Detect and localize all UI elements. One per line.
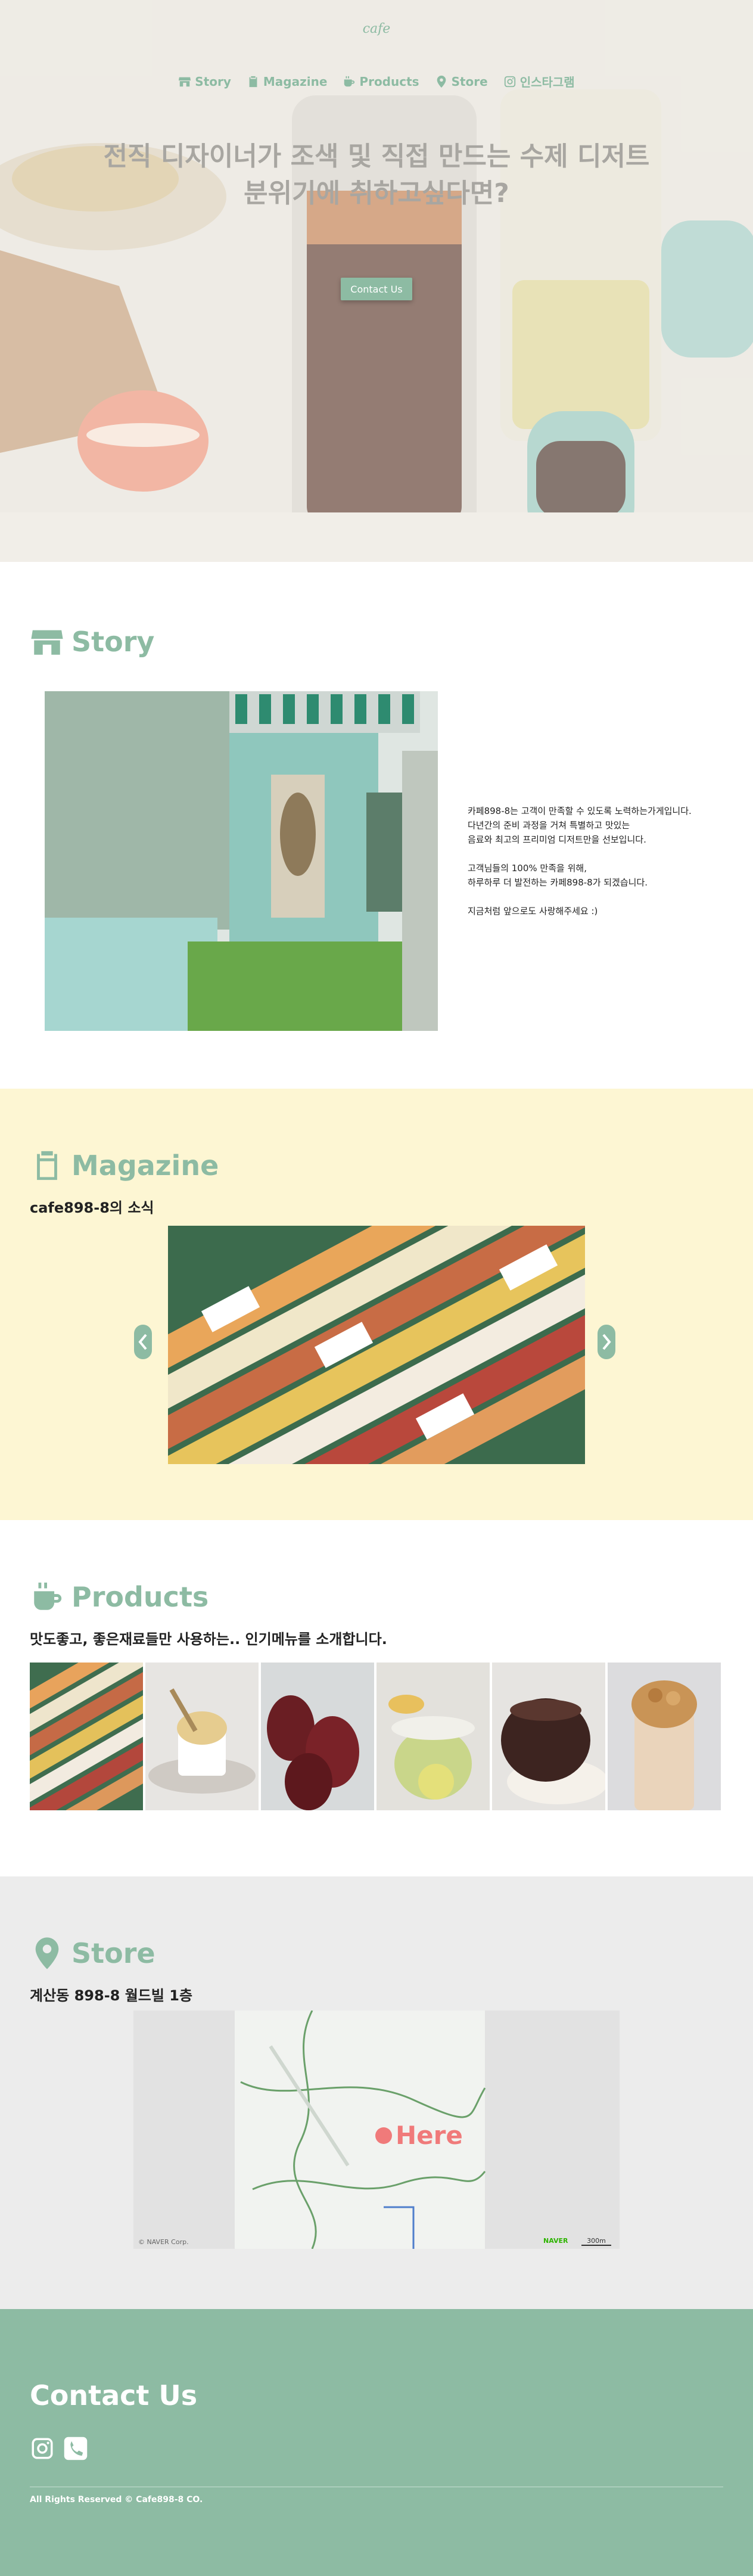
chevron-right-icon [602,1334,611,1350]
products-title: Products [30,1580,209,1614]
product-image-lemonade[interactable] [376,1663,490,1810]
clipboard-icon [37,1151,57,1180]
hero-title-line2: 분위기에 취하고싶다면? [244,178,509,209]
store-map[interactable]: Here © NAVER Corp. NAVER 300m [133,2011,620,2249]
hero-section: cafe Story Magazine Products Store 인스타그램… [0,0,753,562]
coffee-cup-icon [344,76,355,86]
hero-title: 전직 디자이너가 조색 및 직접 만드는 수제 디저트 분위기에 취하고싶다면? [0,138,753,212]
magazine-slide-image [168,1226,585,1464]
product-image-affogato[interactable] [145,1663,259,1810]
story-text: 카페898-8는 고객이 만족할 수 있도록 노력하는가게입니다. 다년간의 준… [468,804,692,933]
coffee-cup-icon [34,1582,62,1610]
magazine-subtitle: cafe898-8의 소식 [30,1200,154,1216]
map-pin-icon [35,1937,59,1969]
store-front-photo [45,691,438,1031]
product-image-chocolate-cake[interactable] [492,1663,605,1810]
instagram-icon [32,2438,53,2459]
contact-us-button[interactable]: Contact Us [341,278,412,300]
nav-products[interactable]: Products [343,73,419,90]
nav-magazine[interactable]: Magazine [247,73,327,90]
nav-store[interactable]: Store [435,73,488,90]
map-pin-icon [437,75,446,88]
slider-next-button[interactable] [596,1323,617,1361]
clipboard-icon [249,76,257,87]
products-section: Products 맛도좋고, 좋은재료들만 사용하는.. 인기메뉴를 소개합니다… [0,1520,753,1876]
footer: Contact Us All Rights Reserved © Cafe898… [0,2309,753,2576]
phone-icon [64,2437,88,2460]
phone-link[interactable] [63,2436,88,2461]
story-paragraph-1: 카페898-8는 고객이 만족할 수 있도록 노력하는가게입니다. 다년간의 준… [468,806,692,845]
chevron-left-icon [138,1334,147,1350]
product-image-iced-latte[interactable] [608,1663,721,1810]
product-image-madeleine[interactable] [261,1663,374,1810]
hero-title-line1: 전직 디자이너가 조색 및 직접 만드는 수제 디저트 [103,141,650,172]
store-title: Store [30,1936,155,1971]
products-subtitle: 맛도좋고, 좋은재료들만 사용하는.. 인기메뉴를 소개합니다. [30,1631,387,1648]
story-paragraph-2: 고객님들의 100% 만족을 위해, 하루하루 더 발전하는 카페898-8가 … [468,863,648,888]
map-here-label: Here [396,2121,463,2150]
story-title: Story [30,624,154,659]
magazine-section: Magazine cafe898-8의 소식 [0,1089,753,1520]
nav-story[interactable]: Story [178,73,231,90]
slider-prev-button[interactable] [132,1323,154,1361]
map-credit: © NAVER Corp. [138,2238,189,2246]
story-section: Story 카페898-8는 고객이 만족할 수 있도록 노력하는가게입니다. … [0,562,753,1089]
store-section: Store 계산동 898-8 월드빌 1층 Here © NAVER Corp… [0,1876,753,2309]
nav-instagram[interactable]: 인스타그램 [503,73,575,90]
magazine-title: Magazine [30,1148,219,1183]
store-icon [31,630,63,655]
product-gallery [30,1663,721,1810]
product-image-macaron-box[interactable] [30,1663,143,1810]
footer-title: Contact Us [30,2379,198,2412]
instagram-icon [504,76,515,87]
instagram-link[interactable] [30,2436,55,2461]
footer-icons [30,2436,88,2461]
footer-copyright: All Rights Reserved © Cafe898-8 CO. [30,2495,203,2504]
map-scale: 300m [581,2237,611,2246]
map-image [133,2011,620,2249]
store-icon [179,77,191,86]
story-paragraph-3: 지금처럼 앞으로도 사랑해주세요 :) [468,906,598,916]
store-address: 계산동 898-8 월드빌 1층 [30,1987,193,2004]
map-brand: NAVER [543,2237,568,2245]
site-logo[interactable]: cafe [0,21,753,36]
main-nav: Story Magazine Products Store 인스타그램 [0,73,753,90]
